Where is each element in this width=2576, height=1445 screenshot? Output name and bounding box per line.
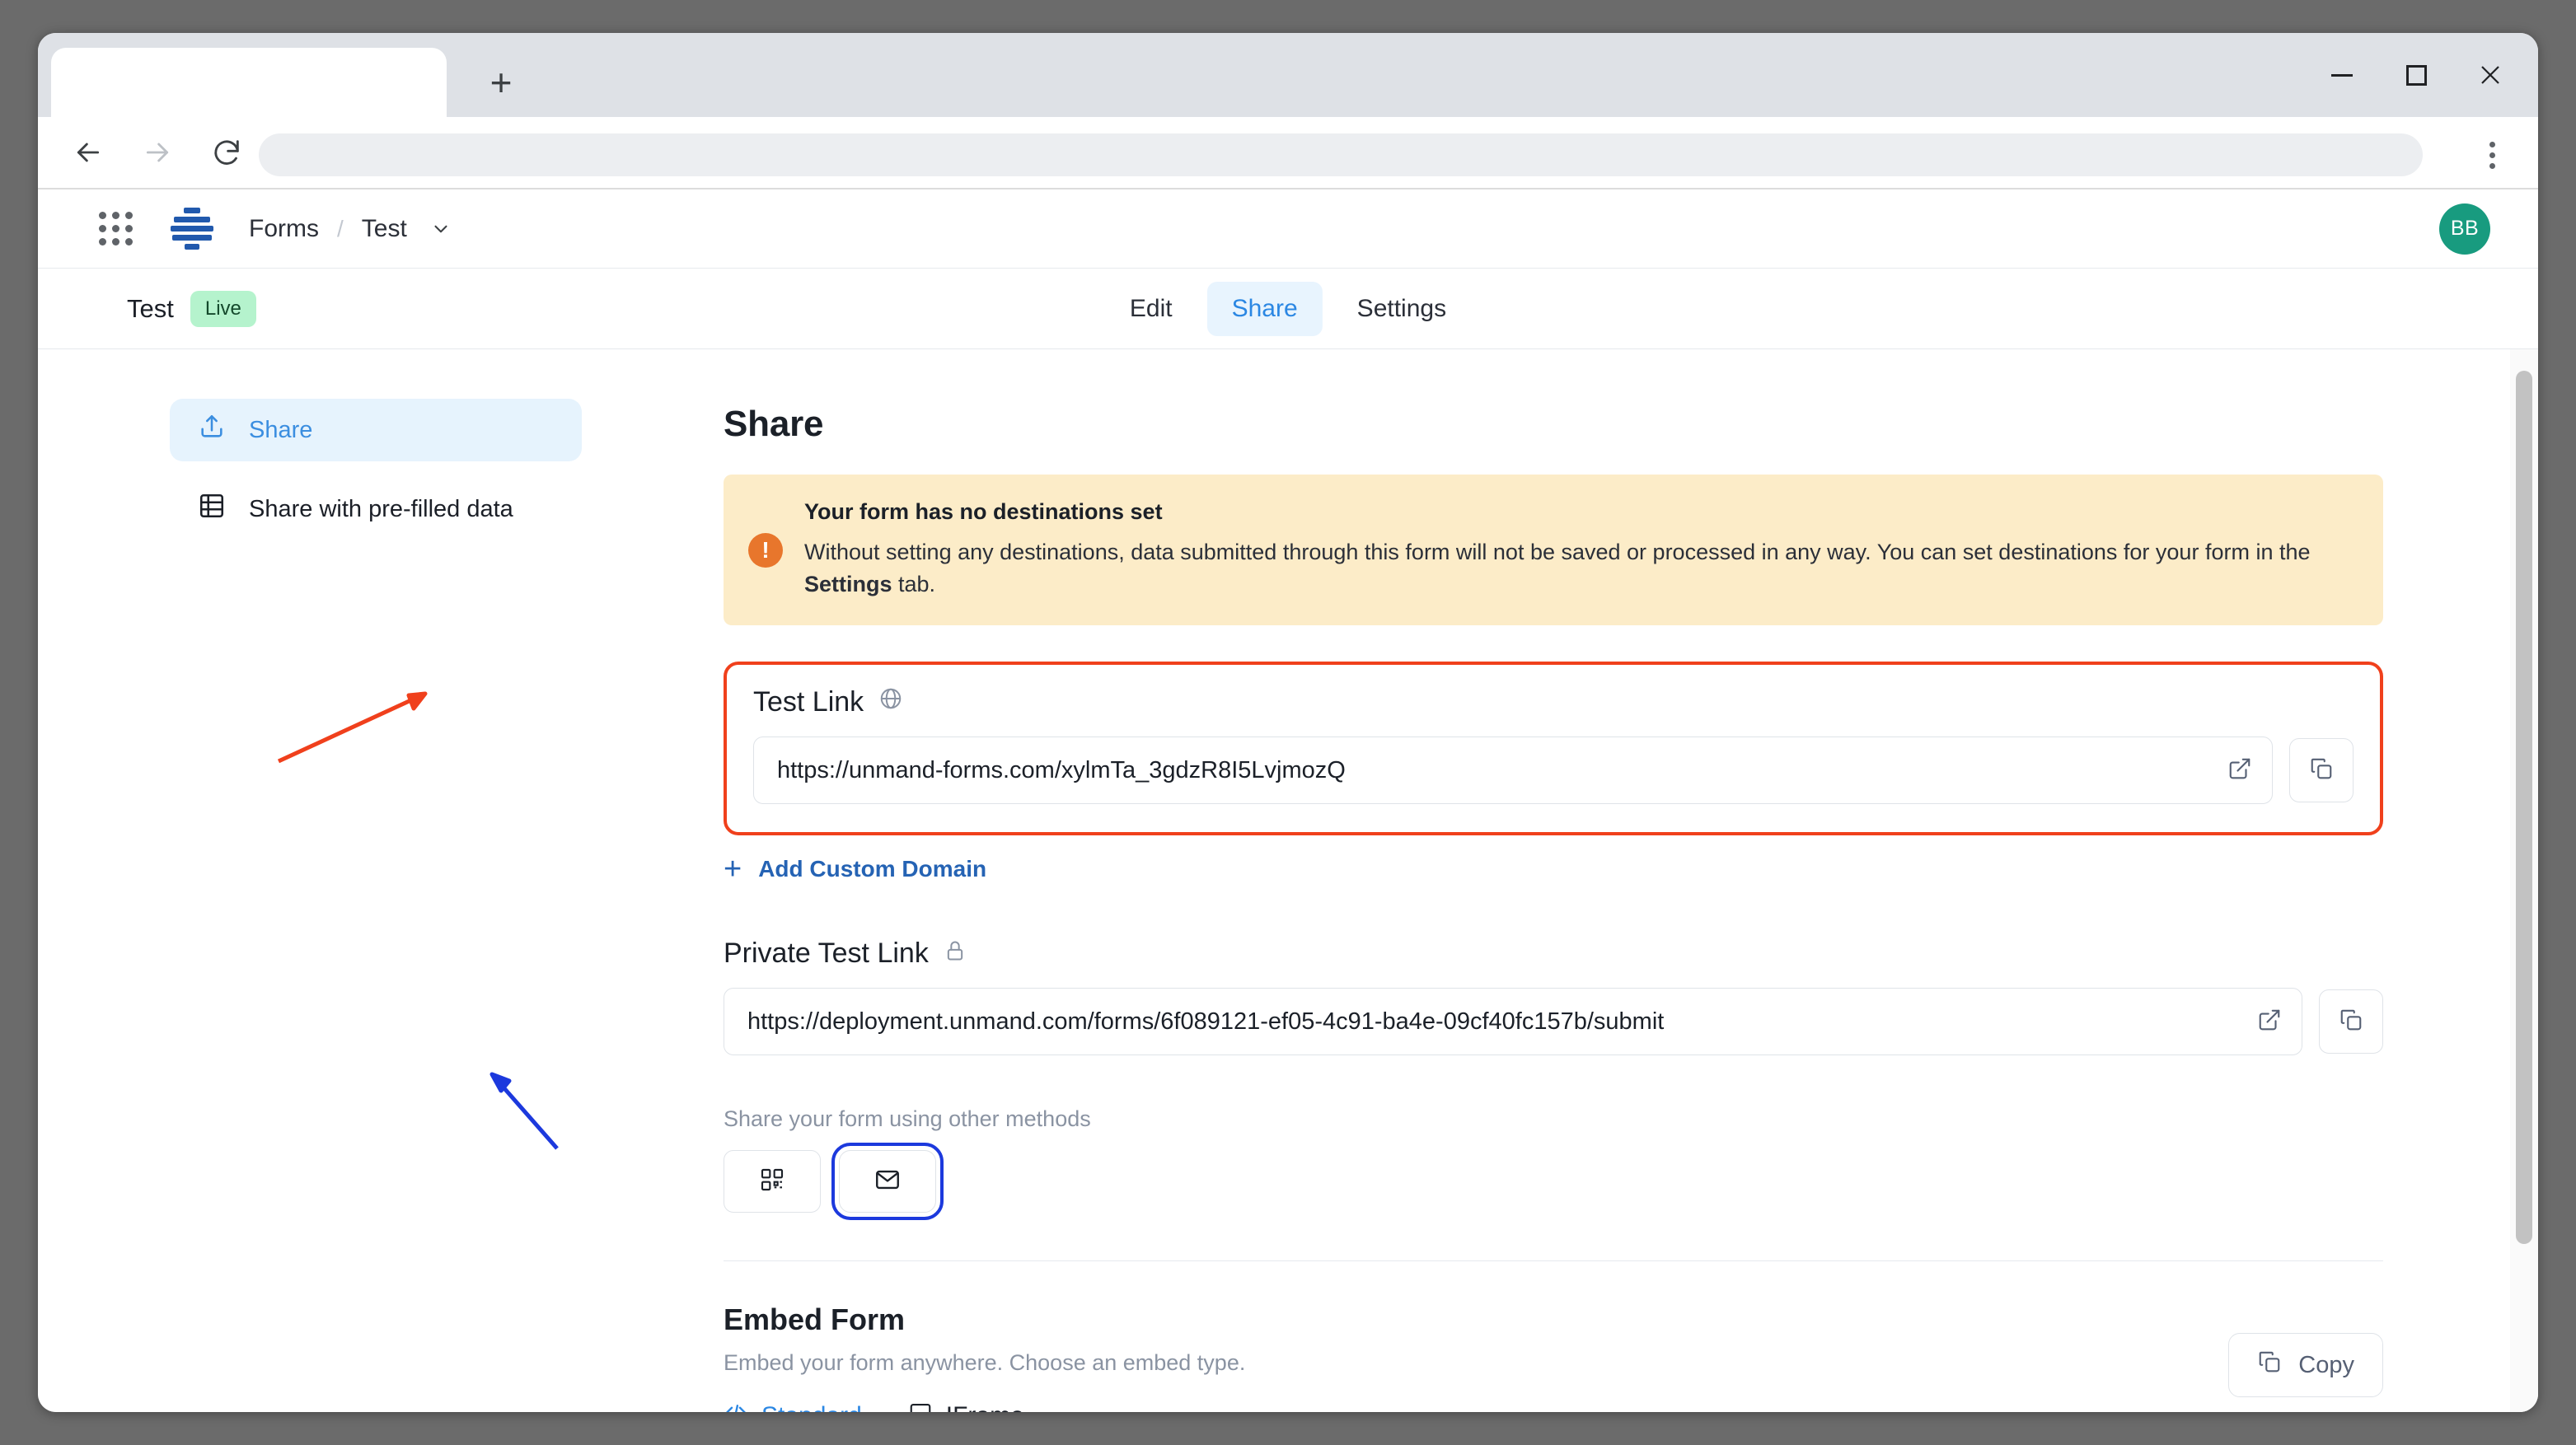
app-body: Share Share with pre-filled data Share !… bbox=[38, 349, 2538, 1412]
tab-settings[interactable]: Settings bbox=[1332, 282, 1471, 336]
other-methods-label: Share your form using other methods bbox=[724, 1106, 1091, 1132]
private-link-label: Private Test Link bbox=[724, 938, 929, 970]
warning-banner: ! Your form has no destinations set With… bbox=[724, 475, 2383, 626]
warning-body: Without setting any destinations, data s… bbox=[804, 536, 2352, 601]
code-brackets-icon bbox=[724, 1401, 748, 1412]
breadcrumb: Forms / Test bbox=[249, 215, 452, 243]
avatar[interactable]: BB bbox=[2439, 203, 2490, 255]
exclamation-circle-icon: ! bbox=[748, 532, 783, 568]
form-tabs: Edit Share Settings bbox=[1105, 281, 1471, 336]
copy-icon bbox=[2339, 1008, 2363, 1036]
embed-type-tabs: Standard IFrame bbox=[724, 1401, 2383, 1412]
tab-edit[interactable]: Edit bbox=[1105, 282, 1197, 336]
embed-tab-label: Standard bbox=[761, 1402, 862, 1412]
sidebar-item-label: Share with pre-filled data bbox=[249, 495, 513, 522]
private-link-input-row: https://deployment.unmand.com/forms/6f08… bbox=[724, 988, 2383, 1056]
browser-toolbar bbox=[38, 117, 2538, 189]
test-link-input[interactable]: https://unmand-forms.com/xylmTa_3gdzR8I5… bbox=[753, 737, 2273, 805]
browser-tab[interactable] bbox=[51, 48, 447, 117]
blue-annotation-arrow bbox=[489, 1072, 559, 1150]
qr-code-icon bbox=[759, 1167, 785, 1197]
tab-share[interactable]: Share bbox=[1206, 281, 1323, 336]
embed-form-subtitle: Embed your form anywhere. Choose an embe… bbox=[724, 1350, 1246, 1376]
app-header: Forms / Test BB bbox=[38, 189, 2538, 269]
forward-arrow-icon bbox=[129, 124, 186, 181]
plus-icon: + bbox=[724, 852, 742, 887]
share-email-button[interactable] bbox=[831, 1143, 944, 1221]
chevron-down-icon[interactable] bbox=[430, 218, 452, 240]
kebab-menu-icon[interactable] bbox=[2471, 133, 2513, 176]
warning-body-part2: tab. bbox=[892, 572, 936, 597]
private-link-input[interactable]: https://deployment.unmand.com/forms/6f08… bbox=[724, 988, 2302, 1056]
page-scrollbar-thumb[interactable] bbox=[2516, 371, 2532, 1244]
reload-icon[interactable] bbox=[198, 124, 255, 181]
test-link-copy-button[interactable] bbox=[2289, 738, 2354, 803]
maximize-icon[interactable] bbox=[2385, 51, 2447, 99]
sidebar-item-label: Share bbox=[249, 416, 313, 443]
main-content: Share ! Your form has no destinations se… bbox=[724, 349, 2383, 1412]
sidebar-item-share[interactable]: Share bbox=[170, 399, 582, 461]
address-bar[interactable] bbox=[259, 133, 2423, 176]
share-upload-icon bbox=[198, 413, 226, 447]
status-badge: Live bbox=[190, 290, 256, 327]
add-custom-domain-button[interactable]: + Add Custom Domain bbox=[724, 853, 2383, 885]
share-qr-code-button[interactable] bbox=[724, 1150, 821, 1214]
apps-grid-icon[interactable] bbox=[94, 208, 137, 250]
copy-embed-button[interactable]: Copy bbox=[2228, 1333, 2383, 1397]
add-custom-domain-label: Add Custom Domain bbox=[758, 856, 987, 882]
browser-tab-strip: + bbox=[38, 33, 2538, 117]
sidebar: Share Share with pre-filled data bbox=[170, 399, 582, 540]
page-title: Test bbox=[127, 293, 174, 323]
embed-tab-label: IFrame bbox=[946, 1402, 1024, 1412]
test-link-section: Test Link https://unmand-forms.com/xylmT… bbox=[724, 662, 2383, 836]
new-tab-button[interactable]: + bbox=[476, 58, 526, 107]
page-scrollbar[interactable] bbox=[2510, 349, 2538, 1412]
test-link-label: Test Link bbox=[753, 686, 864, 718]
breadcrumb-current[interactable]: Test bbox=[362, 215, 407, 243]
avatar-initials: BB bbox=[2450, 217, 2480, 240]
warning-body-bold: Settings bbox=[804, 572, 892, 597]
test-link-label-row: Test Link bbox=[753, 686, 2354, 718]
external-link-icon[interactable] bbox=[2257, 1008, 2282, 1036]
breadcrumb-separator: / bbox=[337, 215, 344, 241]
private-link-label-row: Private Test Link bbox=[724, 938, 2383, 970]
back-arrow-icon[interactable] bbox=[59, 124, 117, 181]
private-link-section: Private Test Link https://deployment.unm… bbox=[724, 938, 2383, 1056]
globe-icon bbox=[878, 686, 903, 718]
breadcrumb-product[interactable]: Forms bbox=[249, 215, 319, 243]
table-grid-icon bbox=[198, 492, 226, 526]
tab-embed-iframe[interactable]: IFrame bbox=[908, 1401, 1024, 1412]
share-heading: Share bbox=[724, 404, 824, 444]
monitor-icon bbox=[908, 1401, 933, 1412]
section-divider bbox=[724, 1260, 2383, 1262]
form-header: Test Live Edit Share Settings bbox=[38, 269, 2538, 349]
warning-body-part1: Without setting any destinations, data s… bbox=[804, 540, 2311, 564]
private-link-copy-button[interactable] bbox=[2319, 989, 2383, 1055]
external-link-icon[interactable] bbox=[2227, 756, 2252, 785]
new-tab-label: + bbox=[489, 61, 513, 104]
minimize-icon[interactable] bbox=[2311, 51, 2373, 99]
email-envelope-icon bbox=[873, 1166, 902, 1198]
copy-button-label: Copy bbox=[2298, 1351, 2354, 1378]
browser-window: + Forms / Test BB Test Live Edit Share S… bbox=[38, 33, 2538, 1412]
embed-form-title: Embed Form bbox=[724, 1302, 906, 1337]
unmand-logo[interactable] bbox=[168, 205, 216, 253]
copy-icon bbox=[2309, 756, 2334, 785]
sidebar-item-prefilled[interactable]: Share with pre-filled data bbox=[170, 478, 582, 540]
test-link-input-row: https://unmand-forms.com/xylmTa_3gdzR8I5… bbox=[753, 737, 2354, 805]
lock-icon bbox=[944, 938, 967, 970]
tab-embed-standard[interactable]: Standard bbox=[724, 1401, 862, 1412]
red-annotation-arrow bbox=[277, 691, 428, 764]
test-link-url: https://unmand-forms.com/xylmTa_3gdzR8I5… bbox=[777, 756, 1346, 783]
warning-title: Your form has no destinations set bbox=[804, 499, 1163, 524]
private-link-url: https://deployment.unmand.com/forms/6f08… bbox=[747, 1008, 1665, 1035]
close-icon[interactable] bbox=[2459, 51, 2522, 99]
other-methods-row bbox=[724, 1143, 2383, 1221]
copy-icon bbox=[2257, 1349, 2282, 1381]
